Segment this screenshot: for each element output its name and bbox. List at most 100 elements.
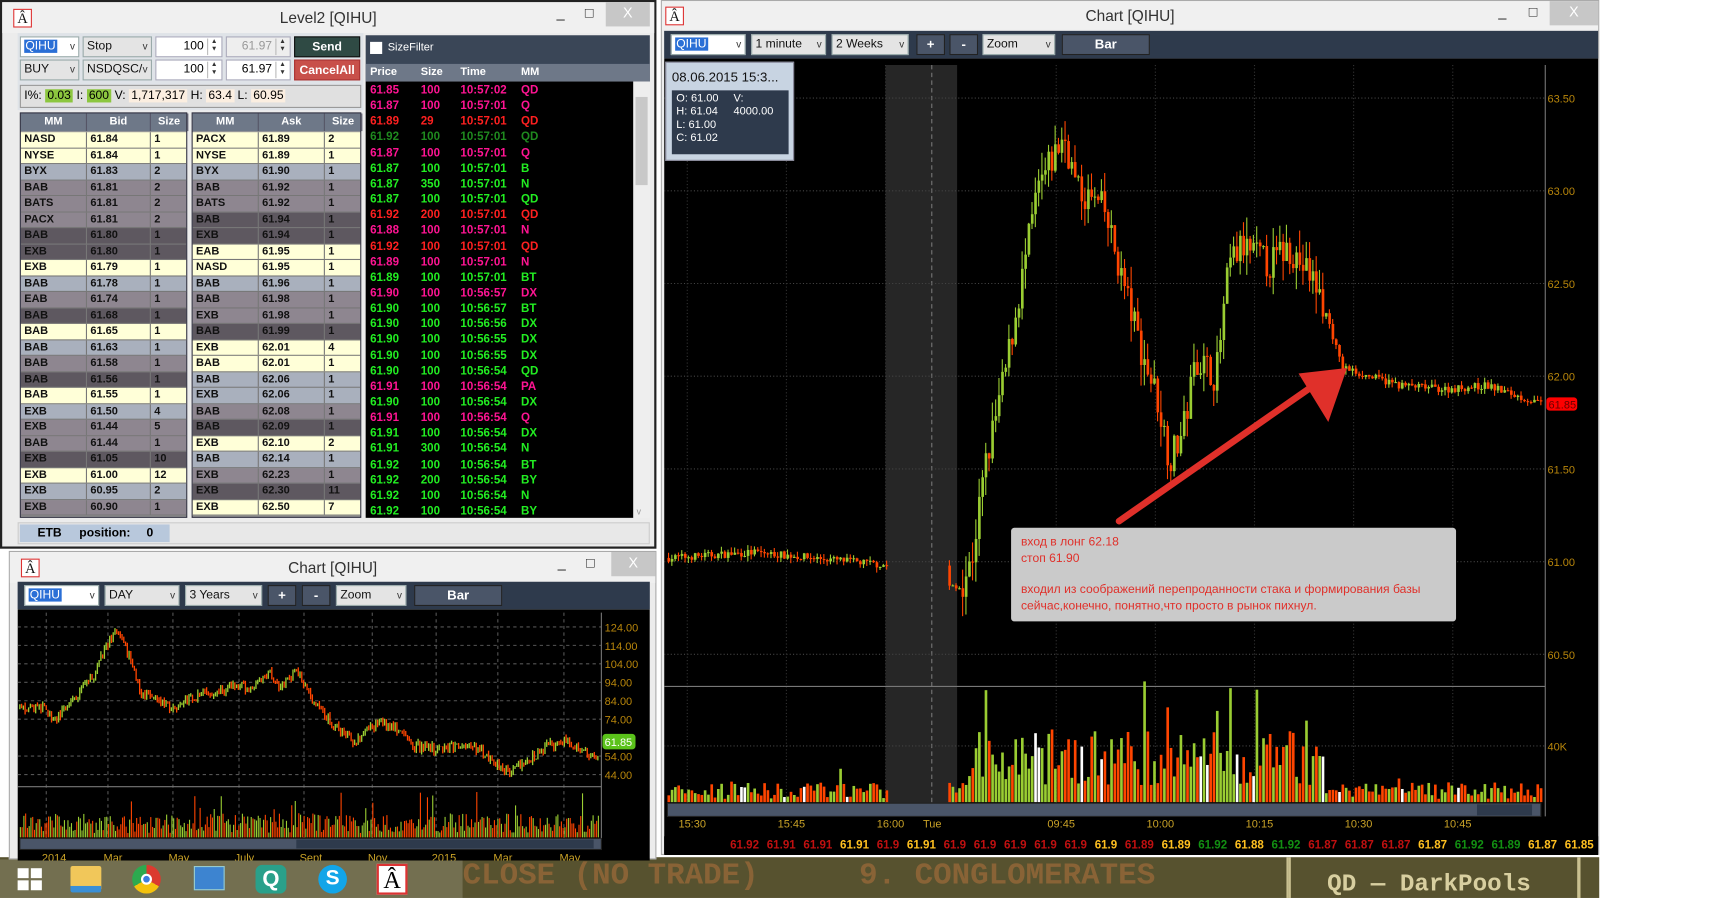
skype-icon[interactable]: S	[318, 864, 347, 894]
table-row[interactable]: EAB 61.95 1	[192, 244, 414, 261]
table-row[interactable]: EXB 62.50 7	[192, 499, 414, 516]
quantity-input[interactable]: 100 ▲ ▼	[155, 59, 223, 81]
route-select[interactable]: NSDQSC/v	[82, 59, 152, 81]
spinner-icon[interactable]: ▲ ▼	[207, 38, 220, 56]
zoom-in-button[interactable]: +	[267, 585, 297, 606]
quantity-input[interactable]: 100 ▲ ▼	[155, 36, 223, 58]
candle	[968, 561, 971, 577]
table-row[interactable]: EXB 61.98 1	[192, 307, 414, 324]
table-row[interactable]: NASD 61.95 1	[192, 260, 414, 277]
spinner-icon[interactable]: ▲ ▼	[275, 38, 288, 56]
table-row[interactable]: EXB 61.80 1	[20, 244, 242, 261]
size-filter-checkbox[interactable]	[370, 41, 383, 54]
table-row[interactable]: BATS 61.81 2	[20, 196, 242, 213]
chart-scrollbar[interactable]	[666, 802, 1542, 817]
table-row[interactable]: BAB 61.55 1	[20, 387, 242, 404]
control-panel-icon[interactable]	[193, 866, 225, 891]
table-row[interactable]: BAB 62.06 1	[192, 371, 414, 388]
table-row[interactable]: EAB 61.74 1	[20, 291, 242, 308]
table-row[interactable]: BATS 61.92 1	[192, 196, 414, 213]
table-row[interactable]: BAB 61.44 1	[20, 435, 242, 452]
bar-type-button[interactable]: Bar	[414, 585, 503, 606]
table-row[interactable]: BAB 61.56 1	[20, 371, 242, 388]
table-row[interactable]: EXB 62.30 11	[192, 483, 414, 500]
table-row[interactable]: BAB 61.78 1	[20, 276, 242, 292]
table-row[interactable]: BYX 61.90 1	[192, 164, 414, 181]
table-row[interactable]: BAB 62.09 1	[192, 419, 414, 436]
maximize-button[interactable]: □	[571, 2, 608, 26]
table-row[interactable]: BAB 62.14 1	[192, 451, 414, 468]
table-row[interactable]: EXB 60.95 2	[20, 483, 242, 500]
table-row[interactable]: BAB 61.68 1	[20, 307, 242, 324]
table-row[interactable]: BAB 61.58 1	[20, 355, 242, 372]
file-explorer-icon[interactable]	[70, 866, 102, 893]
table-row[interactable]: EXB 62.10 2	[192, 435, 414, 452]
bar-type-button[interactable]: Bar	[1061, 34, 1150, 56]
symbol-select[interactable]: QIHU v	[24, 585, 100, 606]
table-row[interactable]: BAB 61.98 1	[192, 291, 414, 308]
scrollbar-thumb[interactable]	[1476, 804, 1533, 816]
scroll-down-icon[interactable]: v	[637, 507, 641, 517]
maximize-button[interactable]: □	[1514, 1, 1551, 25]
table-row[interactable]: EXB 61.94 1	[192, 228, 414, 245]
zoom-out-button[interactable]: -	[949, 34, 979, 56]
table-row[interactable]: BAB 61.65 1	[20, 323, 242, 340]
table-row[interactable]: EXB 61.79 1	[20, 260, 242, 277]
table-row[interactable]: NYSE 61.84 1	[20, 148, 242, 165]
price-input[interactable]: 61.97 ▲ ▼	[225, 36, 291, 58]
table-row[interactable]: NYSE 61.89 1	[192, 148, 414, 165]
scrollbar-thumb[interactable]	[296, 839, 594, 849]
table-row[interactable]: NASD 61.84 1	[20, 132, 242, 149]
table-row[interactable]: EXB 62.23 1	[192, 467, 414, 484]
table-row[interactable]: BAB 62.01 1	[192, 355, 414, 372]
q-app-icon[interactable]: Q	[255, 864, 287, 894]
spinner-icon[interactable]: ▲ ▼	[275, 61, 288, 79]
table-row[interactable]: EXB 61.00 12	[20, 467, 242, 484]
scrollbar[interactable]: v	[633, 81, 650, 518]
table-row[interactable]: BAB 61.81 2	[20, 180, 242, 197]
chrome-icon[interactable]	[132, 864, 161, 894]
range-select[interactable]: 3 Years v	[185, 585, 263, 606]
table-row[interactable]: BAB 61.63 1	[20, 339, 242, 356]
zoom-in-button[interactable]: +	[916, 34, 946, 56]
order-type-select[interactable]: Stop v	[82, 36, 152, 58]
table-row[interactable]: BAB 61.96 1	[192, 276, 414, 292]
table-row[interactable]: BAB 62.08 1	[192, 403, 414, 420]
table-row[interactable]: EXB 61.05 10	[20, 451, 242, 468]
table-row[interactable]: PACX 61.89 2	[192, 132, 414, 149]
table-row[interactable]: EXB 60.90 1	[20, 499, 242, 516]
intraday-price-chart[interactable]: 63.50 63.00 62.50 62.00 61.50 61.00 60.50 15:30…	[664, 58, 1599, 855]
interval-select[interactable]: 1 minute v	[751, 34, 827, 56]
price-input[interactable]: 61.97 ▲ ▼	[225, 59, 291, 81]
spinner-icon[interactable]: ▲ ▼	[207, 61, 220, 79]
table-row[interactable]: EXB 61.50 4	[20, 403, 242, 420]
scrollbar-thumb[interactable]	[635, 96, 648, 186]
table-row[interactable]: BAB 61.94 1	[192, 212, 414, 229]
close-button[interactable]: X	[1549, 1, 1599, 26]
zoom-select[interactable]: Zoom v	[982, 34, 1056, 56]
table-row[interactable]: BYX 61.83 2	[20, 164, 242, 181]
table-row[interactable]: BAB 61.92 1	[192, 180, 414, 197]
zoom-select[interactable]: Zoom v	[335, 585, 407, 606]
daily-price-chart[interactable]: 124.00 114.00 104.00 94.00 84.00 74.00 54.00 44…	[17, 609, 650, 861]
table-row[interactable]: BAB 61.99 1	[192, 323, 414, 340]
table-row[interactable]: PACX 61.81 2	[20, 212, 242, 229]
cancel-all-button[interactable]: CancelAll	[294, 59, 361, 81]
close-button[interactable]: X	[611, 552, 656, 577]
annotation-note[interactable]: вход в лонг 62.18 стоп 61.90 входил из с…	[1011, 527, 1457, 622]
symbol-select[interactable]: QIHU v	[670, 34, 746, 56]
side-select[interactable]: BUY v	[19, 59, 80, 81]
close-button[interactable]: X	[605, 2, 650, 27]
send-button[interactable]: Send	[294, 36, 361, 58]
maximize-button[interactable]: □	[572, 552, 609, 576]
table-row[interactable]: BAB 61.80 1	[20, 228, 242, 245]
zoom-out-button[interactable]: -	[301, 585, 331, 606]
interval-select[interactable]: DAY v	[104, 585, 180, 606]
windows-start-icon[interactable]	[17, 868, 42, 891]
symbol-select[interactable]: QIHU v	[19, 36, 80, 58]
table-row[interactable]: EXB 62.06 1	[192, 387, 414, 404]
table-row[interactable]: EXB 62.01 4	[192, 339, 414, 356]
table-row[interactable]: EXB 61.44 5	[20, 419, 242, 436]
range-select[interactable]: 2 Weeks v	[831, 34, 909, 56]
trading-app-icon[interactable]: Â	[376, 863, 408, 895]
